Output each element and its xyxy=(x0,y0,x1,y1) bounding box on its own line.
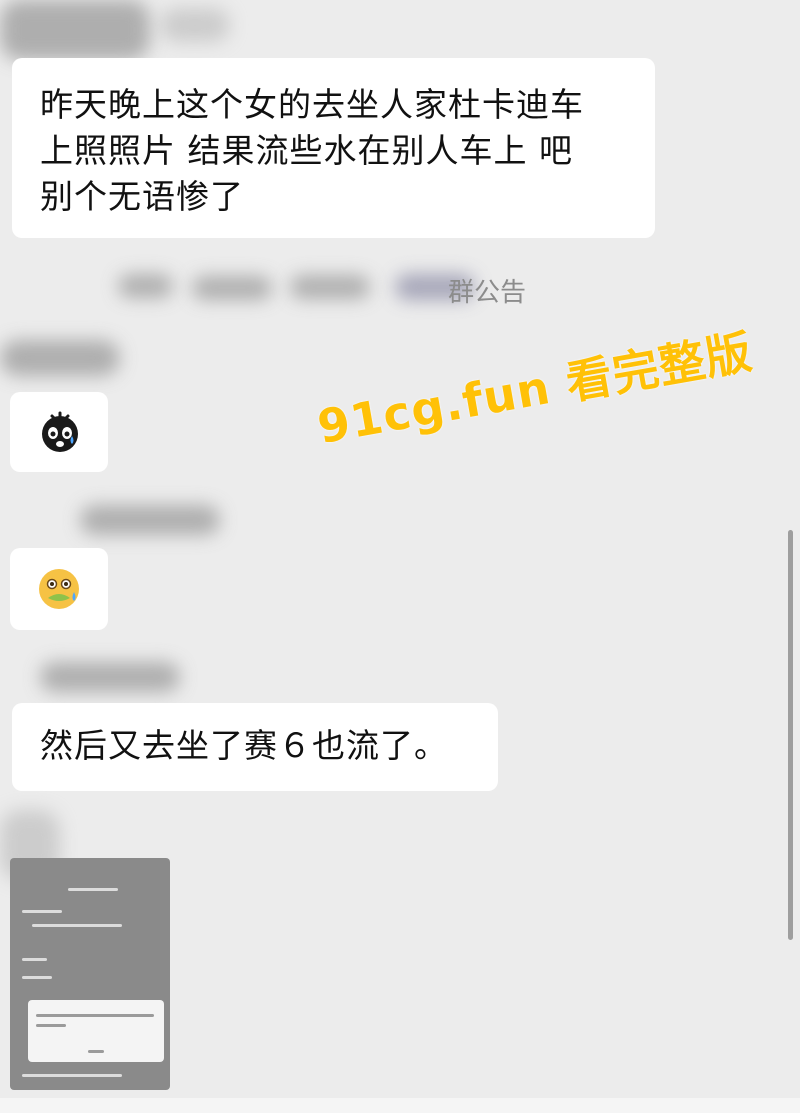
thumbnail-line xyxy=(22,976,52,979)
message-text: 昨天晚上这个女的去坐人家杜卡迪车 上照照片 结果流些水在别人车上 吧 别个无语惨… xyxy=(40,85,584,216)
blurred-system-notice xyxy=(192,276,272,300)
thumbnail-line xyxy=(68,888,118,891)
thumbnail-dialog xyxy=(28,1000,164,1062)
blurred-sender-name xyxy=(80,505,220,535)
message-bubble-emoji[interactable] xyxy=(10,392,108,472)
thumbnail-line xyxy=(88,1050,104,1053)
system-notice-text: 群公告 xyxy=(448,278,527,308)
blurred-sender-name xyxy=(40,662,180,692)
scrollbar[interactable] xyxy=(788,530,793,940)
image-message-thumbnail[interactable] xyxy=(10,858,170,1090)
blurred-avatar-top xyxy=(0,0,150,60)
thumbnail-line xyxy=(32,924,122,927)
blurred-system-notice xyxy=(290,275,370,299)
message-bubble[interactable]: 昨天晚上这个女的去坐人家杜卡迪车 上照照片 结果流些水在别人车上 吧 别个无语惨… xyxy=(12,58,655,238)
message-text: 然后又去坐了赛６也流了。 xyxy=(40,726,448,765)
nauseated-face-icon xyxy=(39,569,79,609)
thumbnail-line xyxy=(22,958,47,961)
message-bubble-emoji[interactable] xyxy=(10,548,108,630)
thumbnail-line xyxy=(22,1074,122,1077)
crying-bomb-icon xyxy=(42,411,78,452)
blurred-sender-name xyxy=(0,340,120,376)
blurred-name-top xyxy=(160,8,230,42)
thumbnail-line xyxy=(36,1024,66,1027)
message-bubble[interactable]: 然后又去坐了赛６也流了。 xyxy=(12,703,498,791)
blurred-system-notice xyxy=(118,274,173,298)
thumbnail-line xyxy=(22,910,62,913)
watermark-text: 91cg.fun 看完整版 xyxy=(313,324,757,455)
bottom-strip xyxy=(0,1098,800,1113)
thumbnail-line xyxy=(36,1014,154,1017)
